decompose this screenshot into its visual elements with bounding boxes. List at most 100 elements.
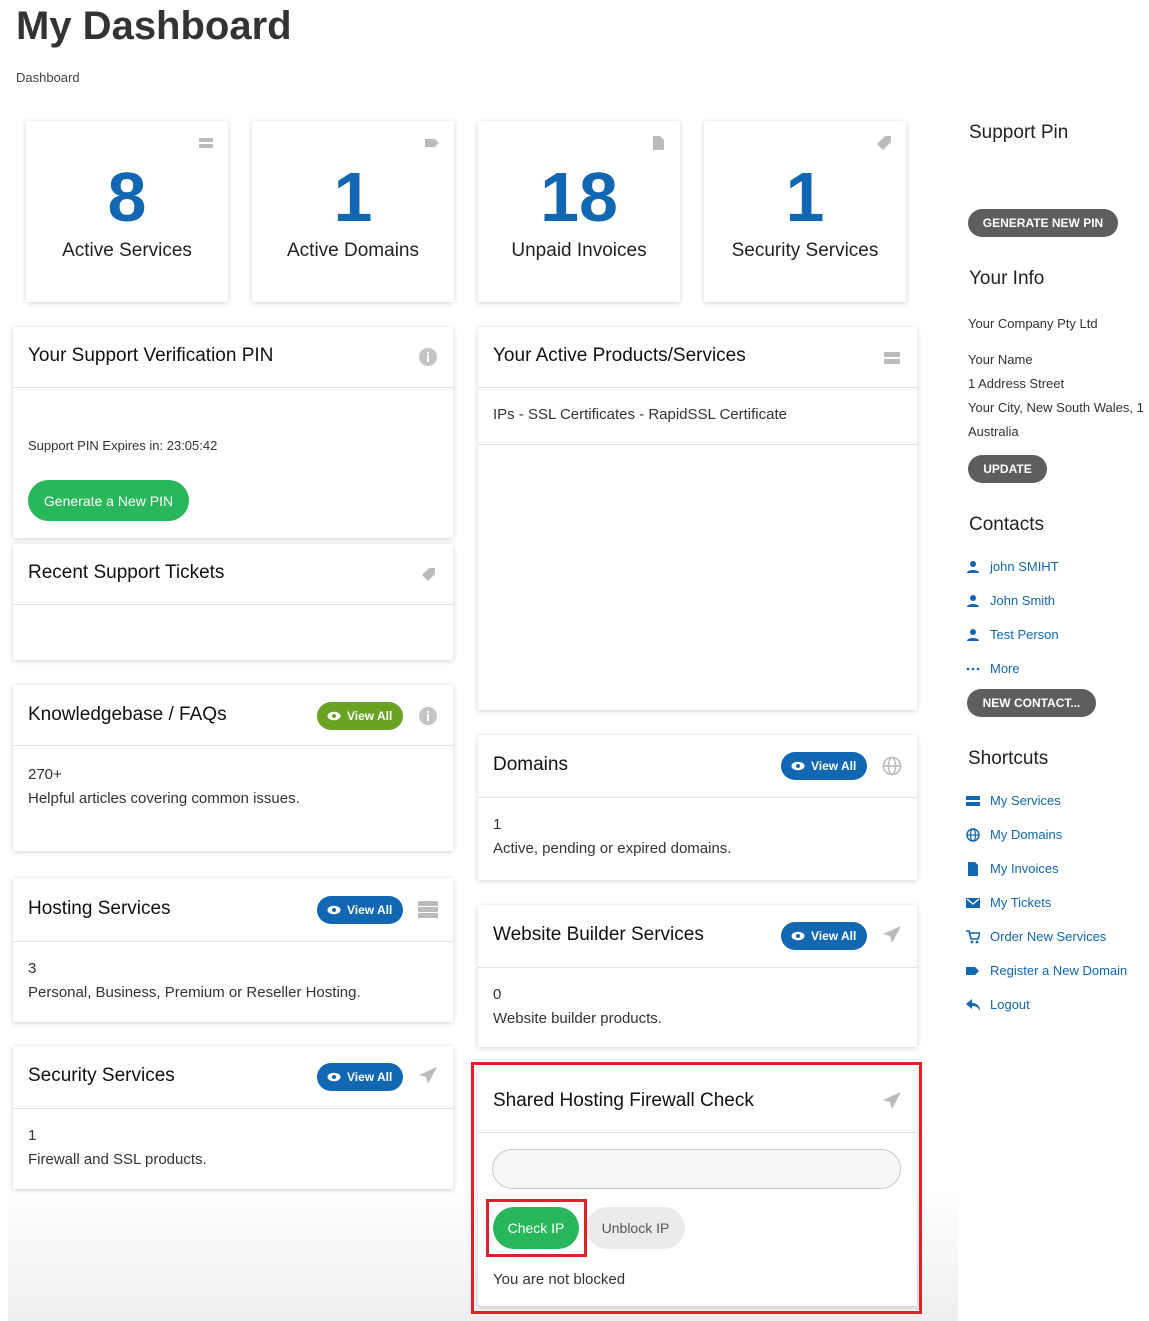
shortcut-my-domains[interactable]: My Domains [966, 827, 1062, 842]
tile-count: 1 [785, 158, 825, 236]
shortcut-register-domain[interactable]: Register a New Domain [966, 963, 1127, 978]
tag-icon [422, 568, 435, 581]
highlight-check-ip [486, 1199, 587, 1257]
panel-header: Knowledgebase / FAQs View All [13, 685, 453, 746]
shortcut-label: My Domains [990, 827, 1063, 842]
view-all-label: View All [347, 709, 393, 723]
tile-count: 8 [107, 158, 147, 236]
kb-view-all-button[interactable]: View All [317, 702, 403, 730]
tile-active-services[interactable]: 8 Active Services [26, 121, 228, 302]
pin-expiry: Support PIN Expires in: 23:05:42 [28, 438, 218, 453]
contact-link[interactable]: john SMIHT [966, 559, 1059, 574]
panel-title: Your Support Verification PIN [28, 345, 274, 366]
panel-header: Security Services View All [13, 1046, 453, 1109]
builder-count: 0 [493, 986, 502, 1003]
kb-count: 270+ [28, 766, 62, 783]
eye-icon [791, 761, 805, 771]
cart-icon [966, 929, 980, 943]
envelope-icon [966, 897, 980, 908]
eye-icon [791, 931, 805, 941]
eye-icon [327, 905, 341, 915]
view-all-label: View All [347, 1070, 393, 1084]
file-icon [968, 861, 978, 876]
shortcut-my-services[interactable]: My Services [966, 793, 1061, 808]
hosting-view-all-button[interactable]: View All [317, 896, 403, 924]
ellipsis-icon [966, 667, 980, 670]
update-info-button[interactable]: UPDATE [968, 455, 1047, 483]
panel-title: Knowledgebase / FAQs [28, 704, 227, 725]
info-icon [419, 348, 437, 366]
tile-unpaid-invoices[interactable]: 18 Unpaid Invoices [478, 121, 680, 302]
tile-count: 1 [333, 158, 373, 236]
more-label: More [990, 661, 1020, 676]
paper-plane-icon [419, 1067, 437, 1084]
contact-name: John Smith [990, 593, 1056, 608]
shortcut-label: Logout [990, 997, 1030, 1012]
tile-label: Active Services [62, 240, 192, 261]
page-title: My Dashboard [16, 4, 292, 48]
sidebar-shortcuts-heading: Shortcuts [968, 748, 1049, 769]
reply-icon [966, 998, 980, 1011]
domains-count: 1 [493, 816, 502, 833]
panel-title: Recent Support Tickets [28, 562, 225, 583]
domains-view-all-button[interactable]: View All [781, 752, 867, 780]
security-view-all-button[interactable]: View All [317, 1063, 403, 1091]
new-contact-button[interactable]: NEW CONTACT... [967, 689, 1096, 717]
panel-title: Your Active Products/Services [493, 345, 746, 366]
product-row[interactable]: IPs - SSL Certificates - RapidSSL Certif… [478, 388, 917, 445]
active-products-panel: Your Active Products/Services IPs - SSL … [478, 327, 917, 710]
info-icon [419, 707, 437, 725]
breadcrumb[interactable]: Dashboard [16, 70, 80, 85]
eye-icon [327, 1072, 341, 1082]
contacts-more-link[interactable]: More [966, 661, 1020, 676]
hosting-count: 3 [28, 960, 37, 977]
shortcut-logout[interactable]: Logout [966, 997, 1030, 1012]
tile-label: Security Services [731, 240, 879, 261]
tag-icon [966, 966, 979, 975]
knowledgebase-panel: Knowledgebase / FAQs View All 270+ Helpf… [13, 685, 453, 851]
contact-link[interactable]: John Smith [966, 593, 1055, 608]
security-count: 1 [28, 1127, 37, 1144]
security-description: Firewall and SSL products. [28, 1151, 207, 1168]
shortcut-label: Register a New Domain [990, 963, 1128, 978]
tile-count: 18 [540, 158, 618, 236]
server-icon [966, 795, 980, 806]
info-address: 1 Address Street [968, 376, 1065, 391]
view-all-label: View All [347, 903, 393, 917]
user-icon [967, 560, 979, 573]
support-pin-panel: Your Support Verification PIN Support PI… [13, 327, 453, 538]
hosting-panel: Hosting Services View All 3 Personal, Bu… [13, 878, 453, 1022]
panel-header: Your Active Products/Services [478, 327, 917, 388]
shortcut-my-tickets[interactable]: My Tickets [966, 895, 1051, 910]
product-item: IPs - SSL Certificates - RapidSSL Certif… [493, 406, 787, 423]
panel-header: Domains View All [478, 735, 917, 798]
panel-header: Your Support Verification PIN [13, 327, 453, 388]
panel-header: Website Builder Services View All [478, 905, 917, 968]
sidebar-generate-pin-button[interactable]: GENERATE NEW PIN [968, 209, 1118, 237]
hosting-description: Personal, Business, Premium or Reseller … [28, 984, 361, 1001]
globe-icon [882, 756, 902, 776]
builder-view-all-button[interactable]: View All [781, 922, 867, 950]
panel-title: Security Services [28, 1065, 175, 1086]
info-name: Your Name [968, 352, 1033, 367]
contact-name: Test Person [990, 627, 1059, 642]
view-all-label: View All [811, 929, 857, 943]
shortcut-order-new-services[interactable]: Order New Services [966, 929, 1106, 944]
shortcut-label: My Tickets [990, 895, 1052, 910]
user-icon [967, 594, 979, 607]
shortcut-my-invoices[interactable]: My Invoices [966, 861, 1059, 876]
tile-security-services[interactable]: 1 Security Services [704, 121, 906, 302]
shortcut-label: My Services [990, 793, 1061, 808]
panel-title: Domains [493, 754, 568, 775]
view-all-label: View All [811, 759, 857, 773]
highlight-firewall-panel [471, 1062, 922, 1314]
tile-label: Unpaid Invoices [511, 240, 647, 261]
website-builder-panel: Website Builder Services View All 0 Webs… [478, 905, 917, 1047]
panel-title: Website Builder Services [493, 924, 704, 945]
paper-plane-icon [883, 926, 901, 943]
generate-pin-button[interactable]: Generate a New PIN [28, 480, 189, 521]
tile-active-domains[interactable]: 1 Active Domains [252, 121, 454, 302]
contact-link[interactable]: Test Person [966, 627, 1059, 642]
domains-panel: Domains View All 1 Active, pending or ex… [478, 735, 917, 880]
globe-icon [966, 827, 980, 842]
